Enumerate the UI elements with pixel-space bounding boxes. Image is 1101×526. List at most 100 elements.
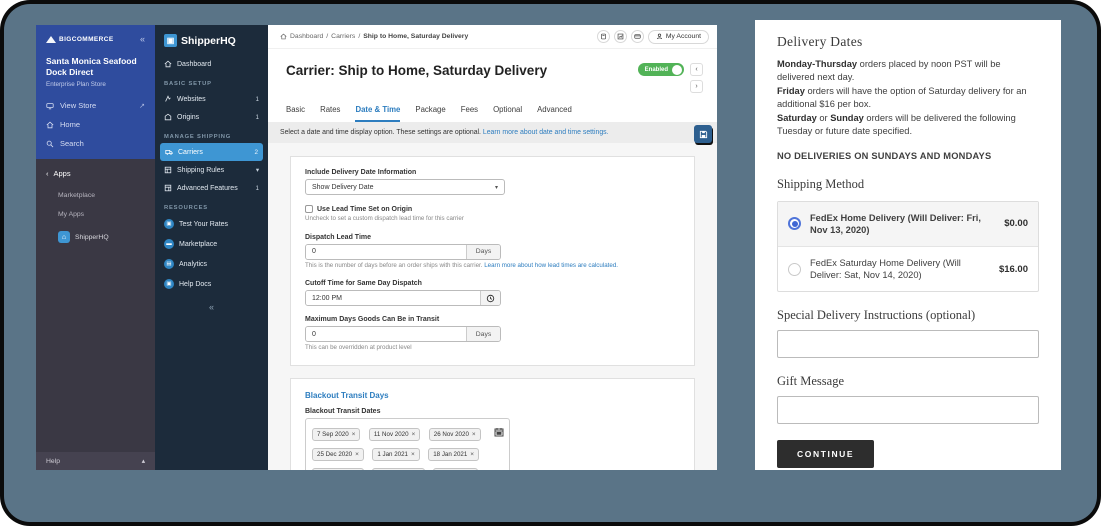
tab-advanced[interactable]: Advanced bbox=[537, 105, 572, 122]
nav-item-dashboard[interactable]: Dashboard bbox=[155, 55, 268, 73]
dispatch-lead-time-input[interactable] bbox=[306, 245, 466, 259]
nav-section-basic-setup: BASIC SETUP bbox=[155, 73, 268, 90]
shipping-option-fedex-home[interactable]: FedEx Home Delivery (Will Deliver: Fri, … bbox=[778, 202, 1038, 247]
remove-icon[interactable]: × bbox=[470, 451, 474, 458]
nav-item-origins[interactable]: Origins 1 bbox=[155, 108, 268, 126]
gift-message-input[interactable] bbox=[777, 396, 1039, 424]
breadcrumb-carriers[interactable]: Carriers bbox=[331, 33, 355, 40]
docs-button[interactable] bbox=[597, 30, 610, 43]
clock-addon[interactable] bbox=[480, 291, 500, 305]
shipperhq-collapse-icon[interactable]: « bbox=[155, 294, 268, 320]
badge: 1 bbox=[255, 114, 259, 121]
shipperhq-logo-icon: ▣ bbox=[164, 34, 177, 47]
sidebar-item-view-store[interactable]: View Store ↗ bbox=[36, 96, 155, 115]
nav-item-test-your-rates[interactable]: ▣ Test Your Rates bbox=[155, 214, 268, 234]
enabled-toggle[interactable]: Enabled bbox=[638, 63, 684, 76]
tab-fees[interactable]: Fees bbox=[461, 105, 478, 122]
prev-carrier-button[interactable]: ‹ bbox=[690, 63, 703, 76]
dispatch-hint: This is the number of days before an ord… bbox=[305, 262, 680, 271]
date-chip[interactable]: 1 Jan 2021× bbox=[372, 448, 419, 461]
remove-icon[interactable]: × bbox=[352, 431, 356, 438]
max-transit-label: Maximum Days Goods Can Be in Transit bbox=[305, 316, 680, 323]
analytics-button[interactable] bbox=[614, 30, 627, 43]
date-chip[interactable]: 31 May 2021× bbox=[372, 468, 425, 470]
nav-item-carriers[interactable]: Carriers 2 bbox=[160, 143, 263, 161]
remove-icon[interactable]: × bbox=[412, 431, 416, 438]
date-chip[interactable]: 7 Sep 2020× bbox=[312, 428, 360, 441]
lead-time-hint: Uncheck to set a custom dispatch lead ti… bbox=[305, 215, 680, 224]
page-title: Carrier: Ship to Home, Saturday Delivery bbox=[286, 63, 547, 78]
top-actions: My Account bbox=[597, 30, 709, 44]
sidebar-item-apps[interactable]: ‹ Apps bbox=[36, 159, 155, 186]
marketplace-icon: ▬ bbox=[164, 239, 174, 249]
max-transit-input[interactable] bbox=[306, 327, 466, 341]
banner-learn-more-link[interactable]: Learn more about date and time settings. bbox=[483, 129, 609, 136]
cutoff-time-input[interactable] bbox=[306, 291, 480, 305]
date-chip[interactable]: 4 Jul 2021× bbox=[433, 468, 478, 470]
lead-time-checkbox[interactable] bbox=[305, 205, 313, 213]
days-addon: Days bbox=[466, 245, 500, 259]
tab-basic[interactable]: Basic bbox=[286, 105, 305, 122]
tab-optional[interactable]: Optional bbox=[493, 105, 522, 122]
next-carrier-button[interactable]: › bbox=[690, 80, 703, 93]
calendar-button[interactable] bbox=[494, 424, 504, 442]
store-name: Santa Monica Seafood Dock Direct bbox=[36, 54, 155, 79]
nav-item-websites[interactable]: Websites 1 bbox=[155, 90, 268, 108]
billing-button[interactable] bbox=[631, 30, 644, 43]
help-docs-icon: ▣ bbox=[164, 279, 174, 289]
sidebar-collapse-icon[interactable]: « bbox=[140, 34, 145, 44]
continue-button[interactable]: CONTINUE bbox=[777, 440, 874, 468]
remove-icon[interactable]: × bbox=[355, 451, 359, 458]
shipping-option-fedex-saturday[interactable]: FedEx Saturday Home Delivery (Will Deliv… bbox=[778, 247, 1038, 291]
special-instructions-heading: Special Delivery Instructions (optional) bbox=[777, 308, 1039, 323]
special-instructions-input[interactable] bbox=[777, 330, 1039, 358]
nav-item-help-docs[interactable]: ▣ Help Docs bbox=[155, 274, 268, 294]
save-button[interactable] bbox=[694, 125, 712, 143]
days-addon: Days bbox=[466, 327, 500, 341]
date-chip[interactable]: 25 Dec 2020× bbox=[312, 448, 364, 461]
sidebar-item-search[interactable]: Search bbox=[36, 134, 155, 153]
tab-rates[interactable]: Rates bbox=[320, 105, 340, 122]
breadcrumb-separator: / bbox=[358, 33, 360, 40]
delivery-date-card: Include Delivery Date Information Show D… bbox=[290, 156, 695, 366]
shipping-rules-icon bbox=[164, 166, 172, 174]
nav-item-shipping-rules[interactable]: Shipping Rules ▾ bbox=[155, 161, 268, 179]
info-banner: Select a date and time display option. T… bbox=[268, 122, 717, 143]
sidebar-item-marketplace[interactable]: Marketplace bbox=[36, 186, 155, 205]
my-account-button[interactable]: My Account bbox=[648, 30, 709, 44]
date-chip[interactable]: 26 Nov 2020× bbox=[429, 428, 481, 441]
radio-unselected-icon[interactable] bbox=[788, 263, 801, 276]
sidebar-item-home[interactable]: Home bbox=[36, 115, 155, 134]
sidebar-item-my-apps[interactable]: My Apps bbox=[36, 205, 155, 224]
tab-package[interactable]: Package bbox=[415, 105, 445, 122]
websites-icon bbox=[164, 95, 172, 103]
help-bar[interactable]: Help ▴ bbox=[36, 452, 155, 470]
lead-times-learn-more-link[interactable]: Learn more about how lead times are calc… bbox=[484, 262, 618, 269]
bigcommerce-logo-icon bbox=[46, 36, 56, 43]
delivery-date-select[interactable]: Show Delivery Date ▾ bbox=[305, 179, 505, 195]
remove-icon[interactable]: × bbox=[411, 451, 415, 458]
no-deliveries-note: NO DELIVERIES ON SUNDAYS AND MONDAYS bbox=[777, 151, 1039, 161]
breadcrumb-dashboard[interactable]: Dashboard bbox=[290, 33, 323, 40]
credit-card-icon bbox=[634, 33, 641, 40]
radio-selected-icon[interactable] bbox=[788, 217, 801, 230]
calendar-icon bbox=[494, 427, 504, 437]
nav-item-marketplace[interactable]: ▬ Marketplace bbox=[155, 234, 268, 254]
chevron-up-icon: ▴ bbox=[142, 457, 145, 465]
page-header: Carrier: Ship to Home, Saturday Delivery… bbox=[268, 49, 717, 93]
blackout-dates-field[interactable]: 7 Sep 2020× 11 Nov 2020× 26 Nov 2020× 25… bbox=[305, 418, 510, 470]
tab-date-time[interactable]: Date & Time bbox=[355, 105, 400, 122]
nav-item-analytics[interactable]: ▤ Analytics bbox=[155, 254, 268, 274]
shipping-method-options: FedEx Home Delivery (Will Deliver: Fri, … bbox=[777, 201, 1039, 292]
nav-item-advanced-features[interactable]: Advanced Features 1 bbox=[155, 179, 268, 197]
bigcommerce-logo: BIGCOMMERCE bbox=[46, 36, 114, 43]
blackout-card: Blackout Transit Days Blackout Transit D… bbox=[290, 378, 695, 470]
date-chip[interactable]: 18 Jan 2021× bbox=[428, 448, 479, 461]
date-chip[interactable]: 11 Nov 2020× bbox=[369, 428, 420, 441]
sidebar-item-shipperhq-app[interactable]: ⌂ ShipperHQ bbox=[36, 224, 155, 250]
chevron-down-icon: ▾ bbox=[256, 167, 259, 174]
date-chip[interactable]: 15 Feb 2021× bbox=[312, 468, 364, 470]
remove-icon[interactable]: × bbox=[472, 431, 476, 438]
breadcrumb-current: Ship to Home, Saturday Delivery bbox=[363, 33, 468, 40]
bigcommerce-logo-text: BIGCOMMERCE bbox=[59, 36, 114, 43]
